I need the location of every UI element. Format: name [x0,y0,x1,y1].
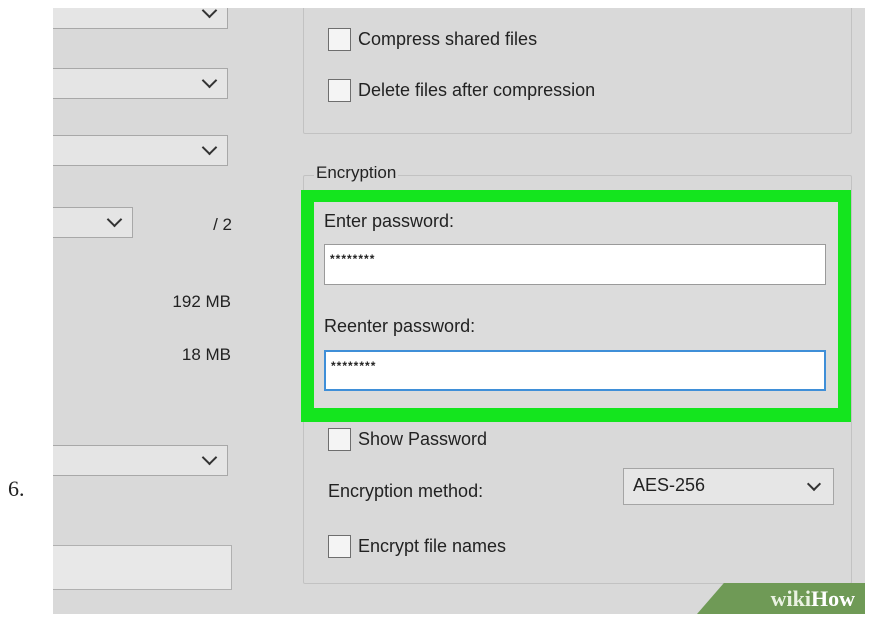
memory-decompression-value: 18 MB [181,345,231,364]
watermark-wiki: wiki [770,585,811,611]
encryption-group-title: Encryption [314,163,399,183]
compression-level-dropdown[interactable] [53,68,228,99]
chevron-down-icon [201,449,218,465]
enter-password-label: Enter password: [324,211,455,231]
checkbox-icon[interactable] [328,79,351,102]
wikihow-watermark: wiki How [697,583,865,614]
chevron-down-icon [806,476,822,491]
compress-shared-files-label: Compress shared files [358,29,538,49]
thread-count-suffix: / 2 [213,215,232,234]
archive-format-dropdown[interactable] [53,8,228,29]
encryption-method-label: Encryption method: [328,481,484,501]
7zip-add-to-archive-dialog: / 2 192 MB 18 MB Compress shared files D… [53,8,865,614]
checkbox-icon[interactable] [328,28,351,51]
compress-shared-files-checkbox[interactable]: Compress shared files [328,28,537,51]
step-number: 6. [8,476,25,501]
encrypt-file-names-checkbox[interactable]: Encrypt file names [328,535,506,558]
checkbox-icon[interactable] [328,428,351,451]
enter-password-input[interactable]: ******** [324,244,826,285]
reenter-password-input[interactable]: ******** [324,350,826,391]
delete-after-compression-label: Delete files after compression [358,80,596,100]
password-area: Enter password: ******** Reenter passwor… [314,202,838,408]
checkbox-icon[interactable] [328,535,351,558]
show-password-checkbox[interactable]: Show Password [328,428,487,451]
reenter-password-label: Reenter password: [324,316,476,336]
chevron-down-icon [201,8,218,18]
encrypt-file-names-label: Encrypt file names [358,536,507,556]
encryption-method-value: AES-256 [633,475,706,495]
options-group [303,8,852,134]
memory-compression-value: 192 MB [172,292,231,311]
parameters-input[interactable] [53,545,232,590]
show-password-label: Show Password [358,429,488,449]
delete-after-compression-checkbox[interactable]: Delete files after compression [328,79,595,102]
split-volumes-dropdown[interactable] [53,445,228,476]
encryption-method-select[interactable]: AES-256 [623,468,834,505]
compression-method-dropdown[interactable] [53,135,228,166]
password-highlight-frame: Enter password: ******** Reenter passwor… [301,190,851,422]
chevron-down-icon [201,139,218,155]
chevron-down-icon [201,72,218,88]
watermark-how: How [811,585,855,611]
